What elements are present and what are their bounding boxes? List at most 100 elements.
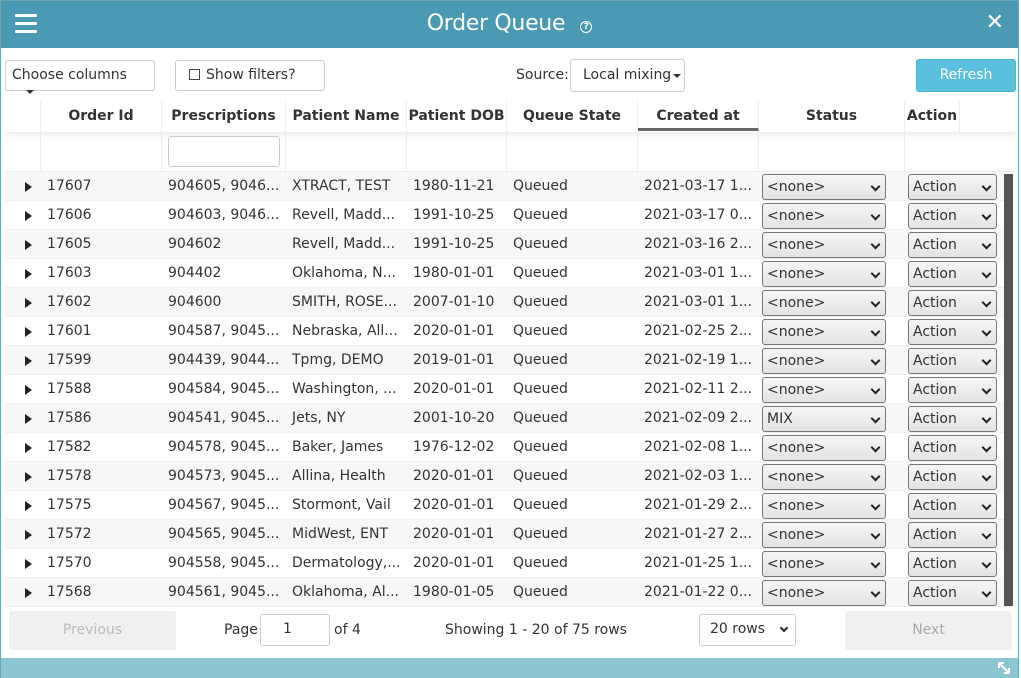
expand-row-icon[interactable] <box>25 182 32 192</box>
status-select[interactable]: <none> <box>762 377 886 403</box>
patient-name-cell: Oklahoma, N... <box>292 265 396 281</box>
close-icon[interactable]: ✕ <box>986 11 1004 35</box>
status-select[interactable]: <none> <box>762 435 886 461</box>
created-at-cell: 2021-01-25 1... <box>644 555 753 571</box>
choose-columns-button[interactable]: Choose columns <box>5 60 155 94</box>
expand-row-icon[interactable] <box>25 472 32 482</box>
patient-name-cell: Oklahoma, Al... <box>292 584 399 600</box>
action-select[interactable]: Action <box>908 261 997 287</box>
title-bar: Order Queue ? ✕ <box>1 1 1018 48</box>
prescriptions-cell: 904602 <box>168 236 222 252</box>
column-header-action[interactable]: Action <box>905 101 960 132</box>
chevron-down-icon <box>870 239 881 250</box>
expand-row-icon[interactable] <box>25 269 32 279</box>
status-select[interactable]: <none> <box>762 203 886 229</box>
expand-row-icon[interactable] <box>25 298 32 308</box>
chevron-down-icon <box>981 355 992 366</box>
show-filters-toggle[interactable]: Show filters? <box>175 60 325 91</box>
prescriptions-cell: 904439, 9044... <box>168 352 280 368</box>
status-select[interactable]: <none> <box>762 261 886 287</box>
refresh-button[interactable]: Refresh <box>916 59 1016 92</box>
action-select[interactable]: Action <box>908 522 997 548</box>
status-select[interactable]: <none> <box>762 464 886 490</box>
prescriptions-cell: 904558, 9045... <box>168 555 280 571</box>
chevron-down-icon <box>981 181 992 192</box>
action-select[interactable]: Action <box>908 435 997 461</box>
status-select[interactable]: <none> <box>762 493 886 519</box>
page-number-input[interactable]: 1 <box>260 614 330 646</box>
status-select[interactable]: <none> <box>762 580 886 606</box>
action-select[interactable]: Action <box>908 406 997 432</box>
help-icon[interactable]: ? <box>580 21 593 33</box>
action-select[interactable]: Action <box>908 580 997 606</box>
expand-row-icon[interactable] <box>25 211 32 221</box>
chevron-down-icon <box>870 529 881 540</box>
action-select[interactable]: Action <box>908 174 997 200</box>
column-header-status[interactable]: Status <box>759 101 905 132</box>
chevron-down-icon <box>981 500 992 511</box>
status-select[interactable]: <none> <box>762 290 886 316</box>
chevron-down-icon <box>981 558 992 569</box>
expand-row-icon[interactable] <box>25 414 32 424</box>
action-select[interactable]: Action <box>908 493 997 519</box>
expand-row-icon[interactable] <box>25 559 32 569</box>
created-at-cell: 2021-03-17 1... <box>644 178 753 194</box>
expand-row-icon[interactable] <box>25 356 32 366</box>
chevron-down-icon <box>870 210 881 221</box>
checkbox-icon[interactable] <box>189 69 200 80</box>
previous-button[interactable]: Previous <box>9 611 176 650</box>
expand-row-icon[interactable] <box>25 588 32 598</box>
action-select[interactable]: Action <box>908 464 997 490</box>
column-header-order-id[interactable]: Order Id <box>41 101 162 132</box>
queue-state-cell: Queued <box>513 294 568 310</box>
queue-state-cell: Queued <box>513 584 568 600</box>
status-select[interactable]: <none> <box>762 522 886 548</box>
action-select[interactable]: Action <box>908 290 997 316</box>
action-select[interactable]: Action <box>908 232 997 258</box>
resize-icon[interactable] <box>996 660 1012 676</box>
next-button[interactable]: Next <box>845 611 1012 650</box>
source-dropdown[interactable]: Local mixing <box>570 59 685 92</box>
created-at-cell: 2021-02-09 2... <box>644 410 753 426</box>
status-select[interactable]: <none> <box>762 551 886 577</box>
column-header-patient-name[interactable]: Patient Name <box>286 101 407 132</box>
column-header-queue-state[interactable]: Queue State <box>507 101 638 132</box>
action-select[interactable]: Action <box>908 203 997 229</box>
table-row: 17602 904600 SMITH, ROSE... 2007-01-10 Queue… <box>5 288 1007 317</box>
patient-name-cell: Dermatology,... <box>292 555 401 571</box>
status-select[interactable]: <none> <box>762 319 886 345</box>
column-header-prescriptions[interactable]: Prescriptions <box>162 101 286 132</box>
status-select[interactable]: <none> <box>762 174 886 200</box>
expand-row-icon[interactable] <box>25 240 32 250</box>
status-select[interactable]: MIX <box>762 406 886 432</box>
expand-row-icon[interactable] <box>25 385 32 395</box>
prescriptions-cell: 904605, 9046... <box>168 178 280 194</box>
created-at-cell: 2021-01-22 0... <box>644 584 753 600</box>
column-header-patient-dob[interactable]: Patient DOB <box>407 101 507 132</box>
expand-row-icon[interactable] <box>25 501 32 511</box>
status-select[interactable]: <none> <box>762 232 886 258</box>
action-select[interactable]: Action <box>908 319 997 345</box>
order-id-cell: 17603 <box>47 265 92 281</box>
patient-name-cell: XTRACT, TEST <box>292 178 391 194</box>
patient-dob-cell: 2020-01-01 <box>413 468 495 484</box>
status-select[interactable]: <none> <box>762 348 886 374</box>
expand-row-icon[interactable] <box>25 443 32 453</box>
rows-per-page-select[interactable]: 20 rows <box>699 614 796 646</box>
action-select[interactable]: Action <box>908 377 997 403</box>
prescriptions-cell: 904567, 9045... <box>168 497 280 513</box>
table-row: 17568 904561, 9045... Oklahoma, Al... 1980-… <box>5 578 1007 606</box>
action-select[interactable]: Action <box>908 551 997 577</box>
prescriptions-filter-input[interactable] <box>168 136 280 167</box>
patient-dob-cell: 2020-01-01 <box>413 381 495 397</box>
chevron-down-icon <box>779 623 789 633</box>
patient-name-cell: MidWest, ENT <box>292 526 389 542</box>
action-select[interactable]: Action <box>908 348 997 374</box>
patient-dob-cell: 2020-01-01 <box>413 526 495 542</box>
expand-row-icon[interactable] <box>25 327 32 337</box>
table-scrollbar[interactable] <box>1004 174 1013 606</box>
patient-dob-cell: 2007-01-10 <box>413 294 495 310</box>
expand-row-icon[interactable] <box>25 530 32 540</box>
patient-dob-cell: 2020-01-01 <box>413 555 495 571</box>
column-header-created-at[interactable]: Created at <box>638 101 759 131</box>
